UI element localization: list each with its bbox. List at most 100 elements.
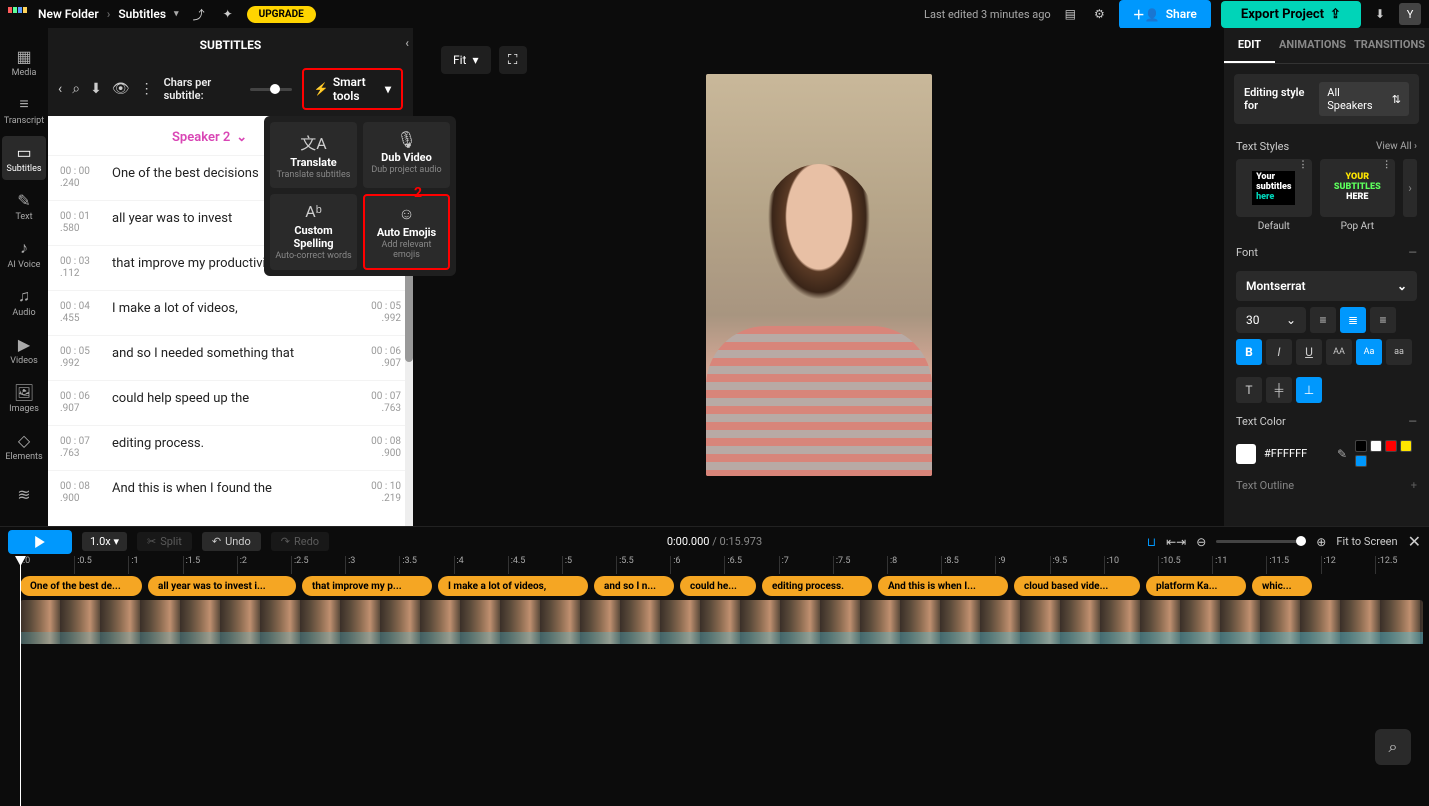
tool-ai-voice[interactable]: ♪AI Voice [2,232,46,276]
video-track[interactable] [20,600,1423,644]
chars-slider[interactable] [250,88,292,91]
color-swatch[interactable] [1385,440,1397,452]
undo-button[interactable]: ↶ Undo [202,532,261,551]
smart-tools-button[interactable]: ⚡ Smart tools ▾ [302,68,403,110]
valign-mid-button[interactable]: ╪ [1266,377,1292,403]
current-color-swatch[interactable] [1236,444,1256,464]
eyedropper-icon[interactable]: ✎ [1337,447,1347,461]
tool-audio[interactable]: ♫Audio [2,280,46,324]
subtitle-row[interactable]: 00 : 08.900 And this is when I found the… [48,470,413,515]
subtitle-text[interactable]: could help speed up the [104,391,357,415]
breadcrumb-folder[interactable]: New Folder [38,7,99,21]
subtitle-track[interactable]: One of the best de...all year was to inv… [0,574,1429,598]
snap-icon[interactable]: ⇤⇥ [1166,535,1186,549]
subtitle-clip[interactable]: that improve my p... [302,576,432,596]
more-icon[interactable]: ⋮ [1382,161,1391,171]
subtitle-text[interactable]: editing process. [104,436,357,460]
align-right-button[interactable]: ≡ [1370,307,1396,333]
underline-button[interactable]: U [1296,339,1322,365]
smart-tool-dub[interactable]: 🎙 Dub Video Dub project audio [363,122,450,188]
subtitle-text[interactable]: And this is when I found the [104,481,357,505]
tool-elements[interactable]: ◇Elements [2,424,46,468]
color-swatch[interactable] [1355,440,1367,452]
split-button[interactable]: ✂ Split [137,532,192,551]
magnet-icon[interactable]: ⊔ [1147,535,1156,549]
cloud-icon[interactable]: ⤴ [189,2,209,27]
subtitle-clip[interactable]: cloud based vide... [1014,576,1140,596]
valign-bot-button[interactable]: ⊥ [1296,377,1322,403]
share-button[interactable]: ＋👤Share [1119,0,1211,29]
view-all-link[interactable]: View All › [1376,141,1417,152]
bold-button[interactable]: B [1236,339,1262,365]
tab-animations[interactable]: ANIMATIONS [1275,28,1350,63]
align-center-button[interactable]: ≣ [1340,307,1366,333]
subtitle-row[interactable]: 00 : 05.992 and so I needed something th… [48,335,413,380]
tool-layers[interactable]: ≋ [2,472,46,516]
timeline-ruler[interactable]: :0:0.5:1:1.5:2:2.5:3:3.5:4:4.5:5:5.5:6:6… [0,556,1429,574]
download-srt-icon[interactable]: ⬇ [90,81,102,97]
style-default[interactable]: ⋮ Yoursubtitleshere Default [1236,159,1312,232]
subtitle-clip[interactable]: And this is when I... [878,576,1008,596]
lowercase-button[interactable]: aa [1386,339,1412,365]
subtitle-clip[interactable]: could he... [680,576,756,596]
fit-to-screen-button[interactable]: Fit to Screen [1336,535,1397,548]
eye-icon[interactable]: 👁 [112,81,130,97]
subtitle-clip[interactable]: I make a lot of videos, [438,576,588,596]
download-icon[interactable]: ⬇ [1371,3,1389,25]
color-swatch[interactable] [1400,440,1412,452]
comment-icon[interactable]: ▤ [1061,3,1080,25]
zoom-in-icon[interactable]: ⊕ [1316,535,1326,549]
more-icon[interactable]: ⋮ [140,81,154,97]
subtitle-row[interactable]: 00 : 06.907 could help speed up the 00 :… [48,380,413,425]
tool-text[interactable]: ✎Text [2,184,46,228]
breadcrumb-project[interactable]: Subtitles [118,7,166,21]
subtitle-clip[interactable]: whic... [1252,576,1312,596]
subtitle-clip[interactable]: editing process. [762,576,872,596]
subtitle-text[interactable]: I make a lot of videos, [104,301,357,325]
redo-button[interactable]: ↷ Redo [271,532,329,551]
more-icon[interactable]: ⋮ [1299,161,1308,171]
color-swatch[interactable] [1355,455,1367,467]
tool-videos[interactable]: ▶Videos [2,328,46,372]
subtitle-clip[interactable]: platform Ka... [1146,576,1246,596]
play-button[interactable] [8,530,72,554]
smart-tool-spelling[interactable]: Aᵇ Custom Spelling Auto-correct words [270,194,357,270]
tab-transitions[interactable]: TRANSITIONS [1350,28,1429,63]
sparkle-icon[interactable]: ✦ [219,3,237,25]
expand-icon[interactable]: + [1411,479,1417,492]
playhead[interactable] [20,556,21,806]
search-fab[interactable]: ⌕ [1375,729,1411,765]
speaker-filter[interactable]: All Speakers⇅ [1319,82,1409,116]
smart-tool-translate[interactable]: 文A Translate Translate subtitles [270,122,357,188]
tool-transcript[interactable]: ≡Transcript [2,88,46,132]
zoom-out-icon[interactable]: ⊖ [1196,535,1206,549]
back-icon[interactable]: ‹ [58,81,62,97]
valign-top-button[interactable]: T [1236,377,1262,403]
search-icon[interactable]: ⌕ [72,81,80,97]
tool-media[interactable]: ▦Media [2,40,46,84]
color-swatch[interactable] [1370,440,1382,452]
font-size-select[interactable]: 30⌄ [1236,307,1306,333]
subtitle-row[interactable]: 00 : 04.455 I make a lot of videos, 00 :… [48,290,413,335]
tab-edit[interactable]: EDIT [1224,28,1275,63]
font-family-select[interactable]: Montserrat⌄ [1236,271,1417,301]
close-icon[interactable]: ✕ [1408,532,1421,551]
smart-tool-emojis[interactable]: ☺ Auto Emojis Add relevant emojis [363,194,450,270]
export-button[interactable]: Export Project⇪ [1221,1,1361,28]
tool-subtitles[interactable]: ▭Subtitles [2,136,46,180]
collapse-icon[interactable]: — [1408,246,1417,259]
subtitle-clip[interactable]: and so I n... [594,576,674,596]
video-preview[interactable] [706,74,932,476]
subtitle-clip[interactable]: One of the best de... [20,576,142,596]
collapse-panel-icon[interactable]: ‹ [405,36,409,50]
next-style-icon[interactable]: › [1403,159,1417,217]
zoom-slider[interactable] [1216,540,1306,543]
chevron-down-icon[interactable]: ▾ [174,9,179,19]
subtitle-row[interactable]: 00 : 07.763 editing process. 00 : 08.900 [48,425,413,470]
fit-dropdown[interactable]: Fit▾ [441,46,491,74]
upgrade-button[interactable]: UPGRADE [247,6,316,23]
settings-icon[interactable]: ⚙ [1090,3,1109,25]
expand-icon[interactable]: ⛶ [499,46,527,74]
subtitle-text[interactable]: and so I needed something that [104,346,357,370]
smallcaps-button[interactable]: AA [1326,339,1352,365]
